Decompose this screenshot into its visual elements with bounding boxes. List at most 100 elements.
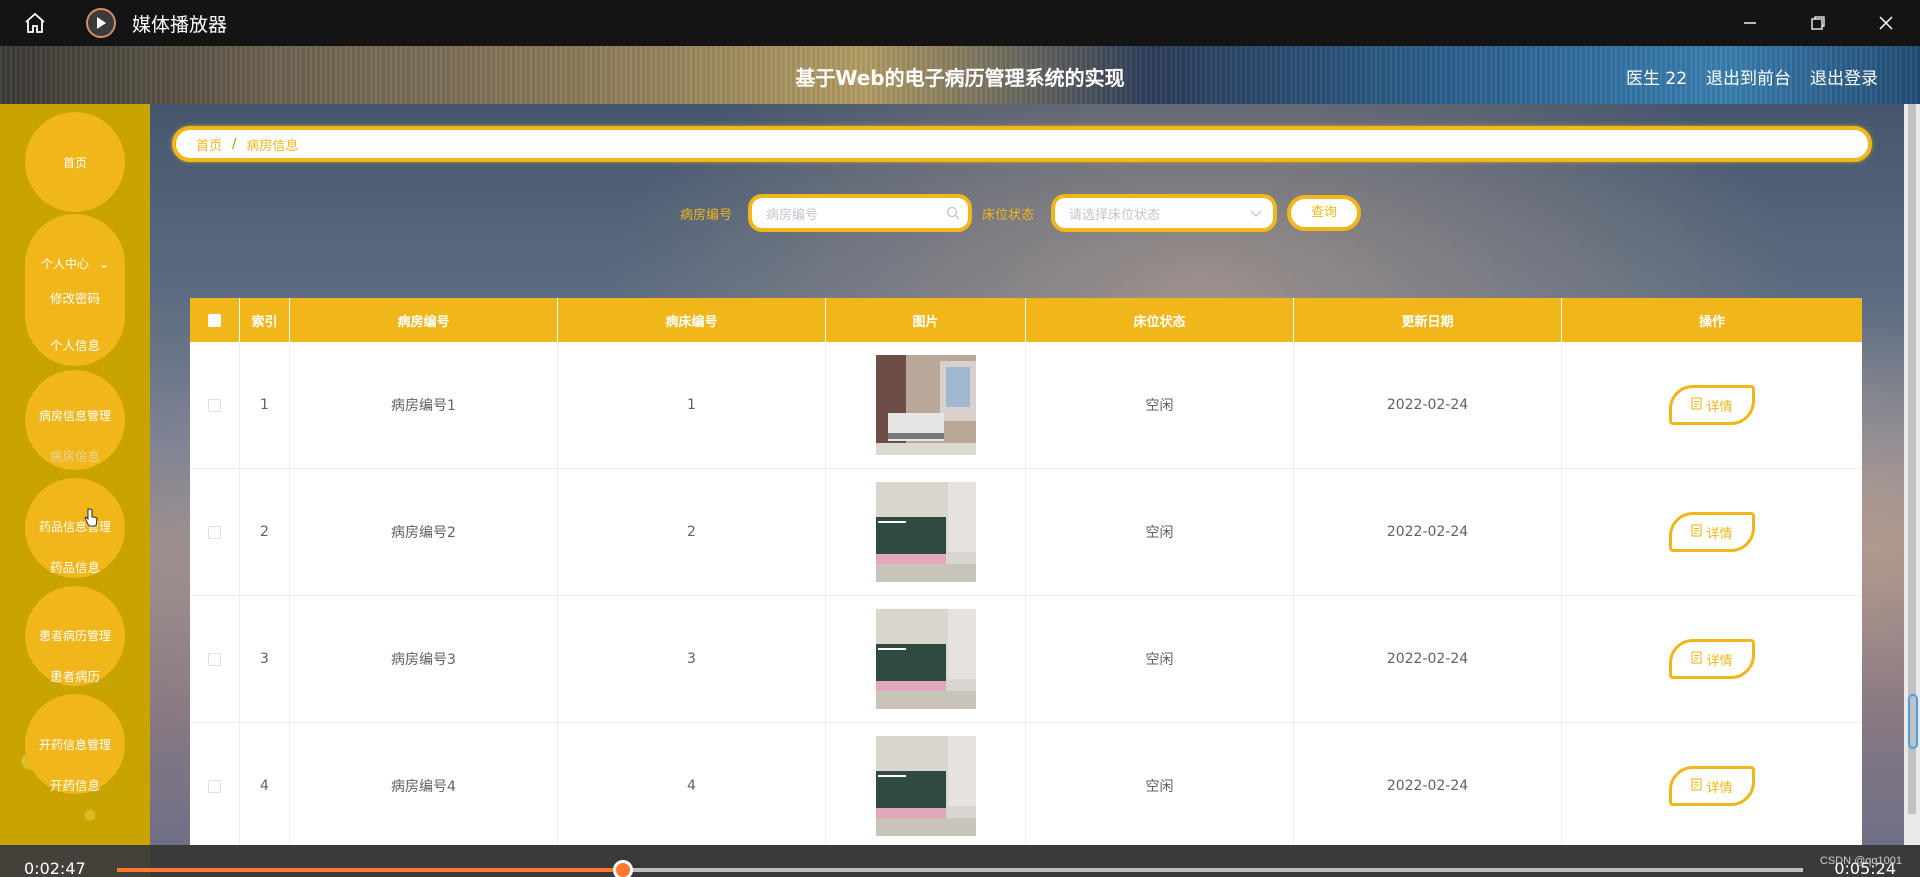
sidebar-item-home[interactable]: 首页 [25,112,125,212]
query-button[interactable]: 查询 [1287,195,1361,231]
column-header: 更新日期 [1294,298,1562,342]
sidebar-item-personal-center[interactable]: 个人中心 ⌄ 修改密码 个人信息 [25,214,125,366]
exit-to-front-link[interactable]: 退出到前台 [1706,64,1791,89]
row-checkbox[interactable] [208,652,221,666]
restore-button[interactable] [1784,0,1852,46]
row-bed-status: 空闲 [1026,342,1294,468]
row-updated-date: 2022-02-24 [1294,469,1562,595]
sidebar-item-label: 药品信息管理 [38,520,111,534]
chevron-down-icon: ⌄ [98,257,109,271]
detail-button-label: 详情 [1706,526,1733,542]
column-header: 床位状态 [1026,298,1294,342]
ward-photo [875,355,976,455]
sidebar-item-drug-management[interactable]: 药品信息管理 药品信息 [25,478,125,578]
document-icon [1691,777,1703,795]
sidebar-item-label: 开药信息管理 [38,738,111,752]
row-room-number: 病房编号3 [290,596,558,722]
row-index: 2 [240,469,290,595]
row-checkbox[interactable] [208,525,221,539]
detail-button[interactable]: 详情 [1669,639,1755,679]
current-user: 医生 22 [1626,69,1688,89]
minimize-button[interactable] [1716,0,1784,46]
sidebar: 首页 个人中心 ⌄ 修改密码 个人信息 病房信息管理 病房信息 药品信息管理 药… [0,104,150,877]
row-checkbox[interactable] [208,398,221,412]
home-icon[interactable] [20,8,50,38]
player-titlebar: 媒体播放器 [0,0,1920,46]
sidebar-item-label: 首页 [62,156,87,170]
table-row: 1 病房编号1 1 空闲 2022-02-24 详情 [190,342,1862,469]
select-all-checkbox[interactable] [208,313,221,327]
row-index: 4 [240,723,290,845]
room-number-label: 病房编号 [680,208,733,223]
sidebar-item-label: 个人中心 ⌄ [41,257,109,271]
table-row: 2 病房编号2 2 空闲 2022-02-24 详情 [190,469,1862,596]
app-header: 基于Web的电子病历管理系统的实现 医生 22 退出到前台 退出登录 [0,46,1920,104]
chevron-down-icon [1249,206,1263,224]
detail-button[interactable]: 详情 [1669,385,1755,425]
table-row: 4 病房编号4 4 空闲 2022-02-24 详情 [190,723,1862,845]
row-bed-number: 3 [558,596,826,722]
detail-button[interactable]: 详情 [1669,512,1755,552]
sidebar-subitem-change-password[interactable]: 修改密码 [25,288,125,307]
ward-photo [875,736,976,836]
row-bed-number: 2 [558,469,826,595]
progress-fill [117,868,623,872]
search-icon [946,206,960,224]
sidebar-item-prescription-management[interactable]: 开药信息管理 开药信息 [25,694,125,794]
ward-photo [875,482,976,582]
select-all-cell [190,298,240,342]
sidebar-subitem-ward-info[interactable]: 病房信息 [25,446,125,465]
bed-status-placeholder: 请选择床位状态 [1069,207,1161,223]
breadcrumb-separator: / [232,136,237,152]
logout-link[interactable]: 退出登录 [1810,64,1878,89]
row-updated-date: 2022-02-24 [1294,723,1562,845]
player-logo-icon [86,8,116,38]
sidebar-subitem-drug-info[interactable]: 药品信息 [25,557,125,576]
column-header: 操作 [1698,314,1725,330]
progress-track[interactable] [117,860,1803,877]
breadcrumb-home[interactable]: 首页 [196,135,222,154]
breadcrumb-current: 病房信息 [246,138,299,154]
row-bed-status: 空闲 [1026,723,1294,845]
document-icon [1691,523,1703,541]
sidebar-subitem-prescription-info[interactable]: 开药信息 [25,775,125,794]
row-bed-status: 空闲 [1026,469,1294,595]
detail-button-label: 详情 [1706,653,1733,669]
room-number-placeholder: 病房编号 [766,207,819,223]
row-index: 1 [240,342,290,468]
progress-knob[interactable] [612,860,633,877]
row-updated-date: 2022-02-24 [1294,596,1562,722]
ward-table: 索引 病房编号 病床编号 图片 床位状态 更新日期 操作 1 病房编号1 1 空… [190,298,1862,845]
current-time: 0:02:47 [24,859,86,877]
bed-status-label: 床位状态 [982,208,1035,223]
detail-button-label: 详情 [1706,399,1733,415]
column-header: 病房编号 [290,298,558,342]
main-content: 首页 / 病房信息 病房编号 病房编号 床位状态 请选择床位状态 查询 索引 病… [150,104,1904,845]
row-index: 3 [240,596,290,722]
cursor-hand-icon [84,508,98,533]
document-icon [1691,396,1703,414]
row-checkbox[interactable] [208,779,221,793]
room-number-input[interactable]: 病房编号 [748,194,972,232]
column-header: 病床编号 [558,298,826,342]
player-app-name: 媒体播放器 [132,13,228,36]
sidebar-item-ward-management[interactable]: 病房信息管理 病房信息 [25,370,125,470]
row-bed-number: 1 [558,342,826,468]
detail-button[interactable]: 详情 [1669,766,1755,806]
row-room-number: 病房编号1 [290,342,558,468]
row-updated-date: 2022-02-24 [1294,342,1562,468]
close-button[interactable] [1852,0,1920,46]
column-header: 图片 [826,298,1026,342]
sidebar-subitem-personal-info[interactable]: 个人信息 [25,335,125,354]
table-row: 3 病房编号3 3 空闲 2022-02-24 详情 [190,596,1862,723]
bed-status-select[interactable]: 请选择床位状态 [1051,194,1277,232]
volume-indicator[interactable] [1908,694,1918,749]
page-scrollbar[interactable] [1904,104,1920,845]
column-header: 索引 [240,298,290,342]
sidebar-subitem-patient-record[interactable]: 患者病历 [25,666,125,685]
sidebar-item-label: 患者病历管理 [38,629,111,643]
watermark: CSDN @qq1001 [1819,855,1902,867]
row-bed-number: 4 [558,723,826,845]
breadcrumb: 首页 / 病房信息 [172,126,1872,162]
sidebar-item-patient-record-management[interactable]: 患者病历管理 患者病历 [25,586,125,686]
